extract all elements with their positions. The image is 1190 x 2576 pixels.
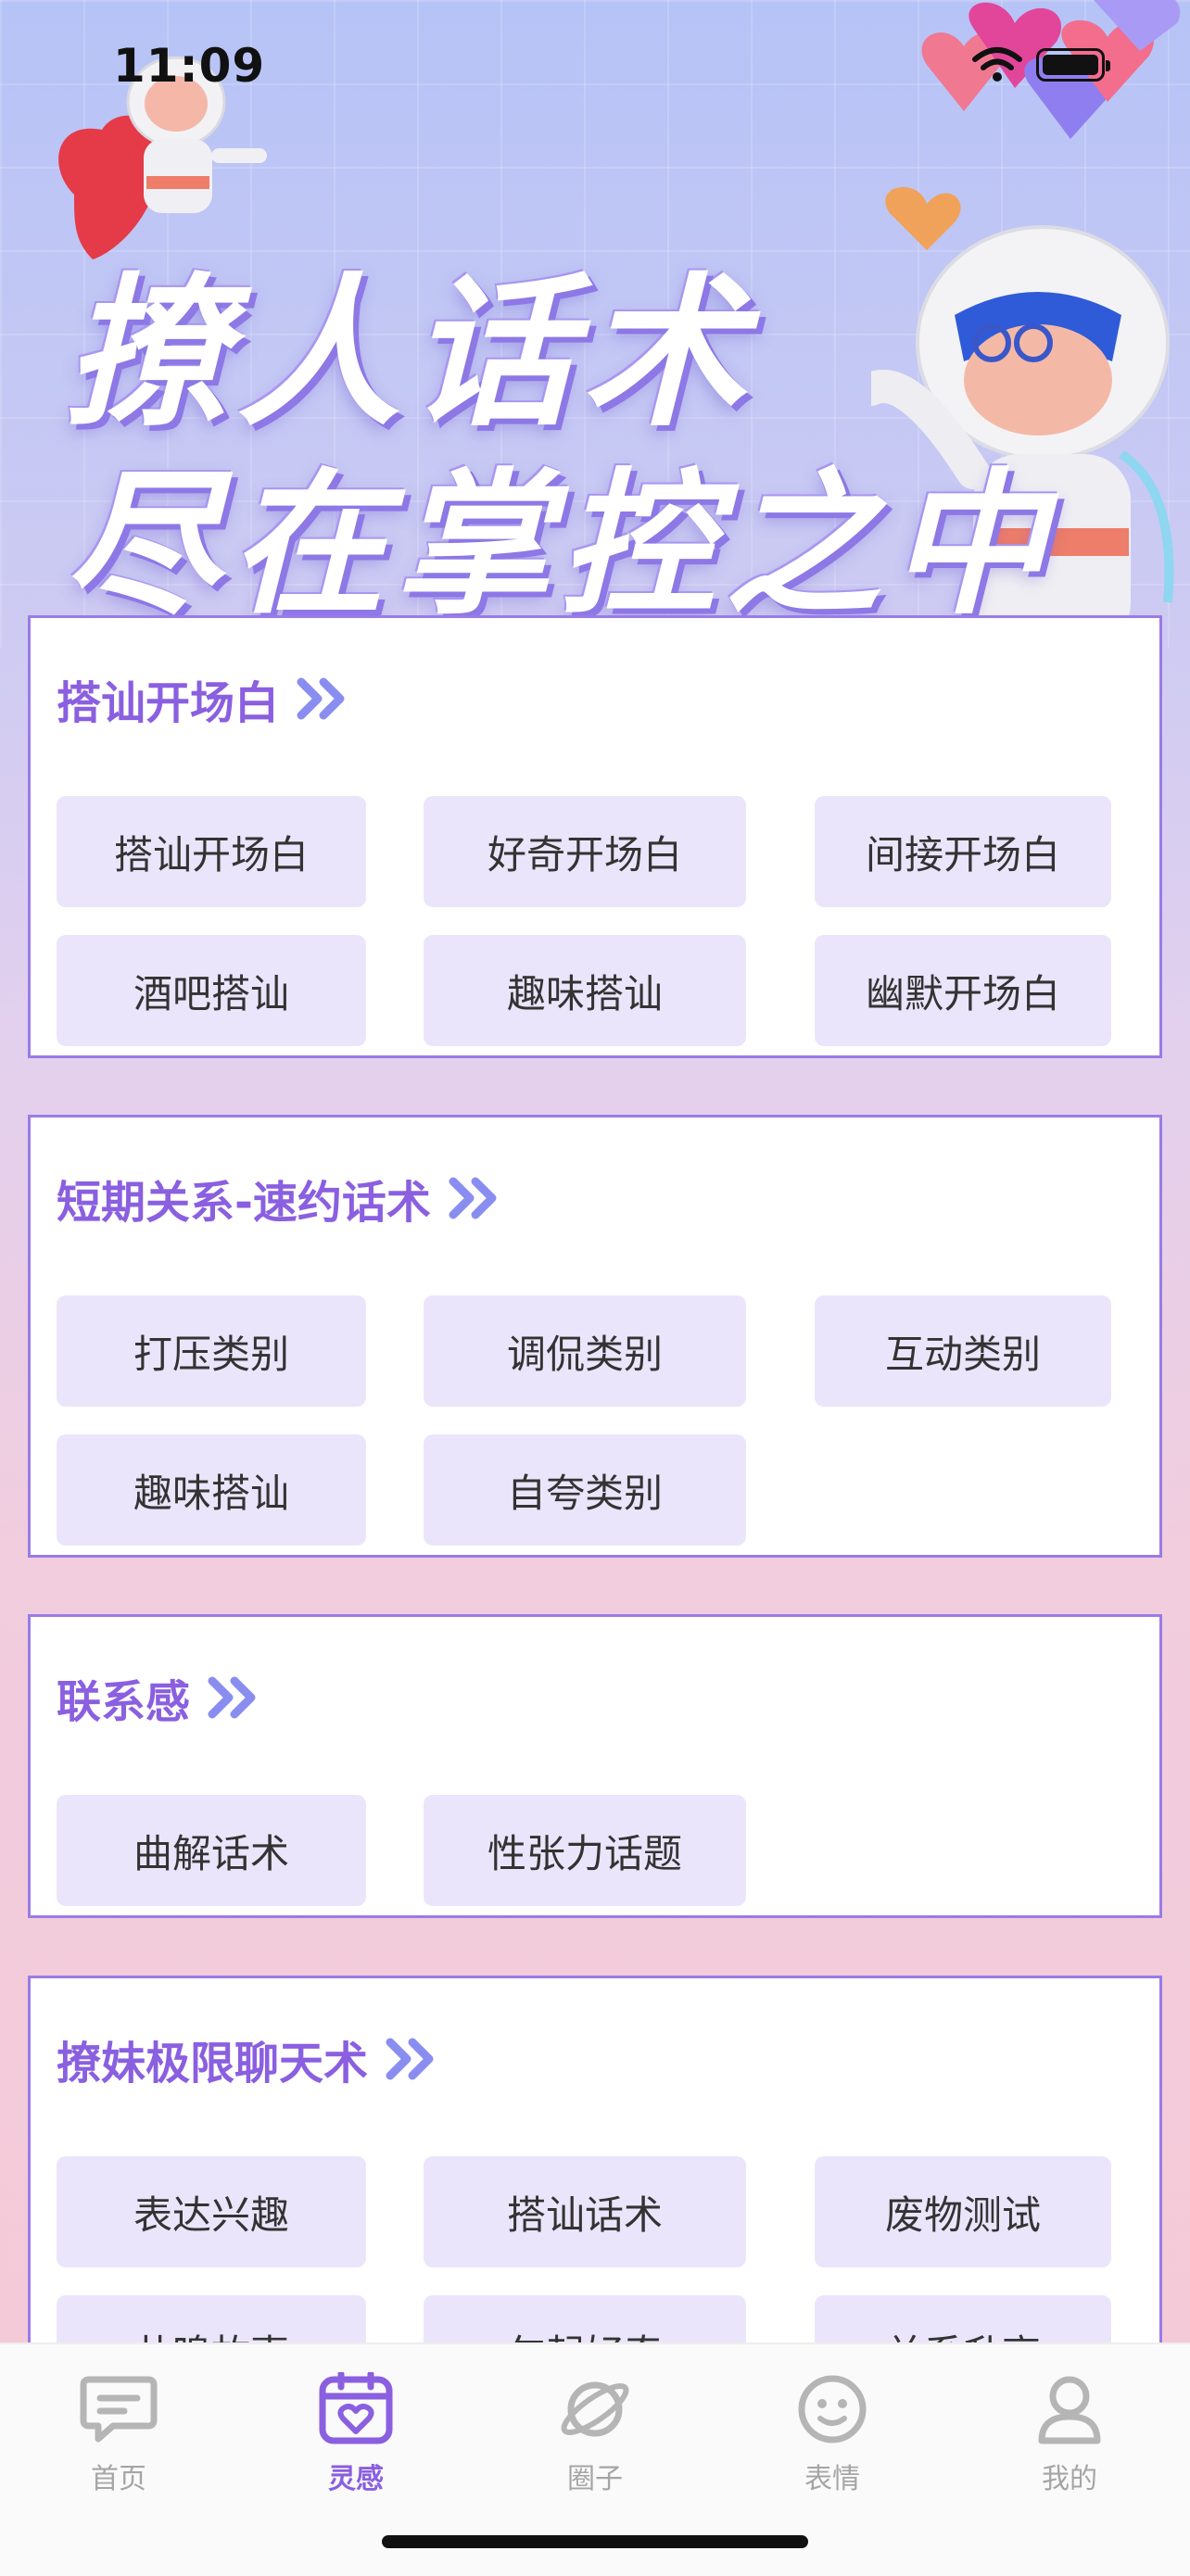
tab-inspiration[interactable]: 灵感	[282, 2370, 430, 2496]
double-chevron-icon	[386, 2038, 434, 2080]
category-chip[interactable]: 搭讪话术	[424, 2156, 746, 2267]
category-chip[interactable]: 性张力话题	[424, 1795, 746, 1906]
category-chip[interactable]: 表达兴趣	[57, 2156, 366, 2267]
category-chip[interactable]: 搭讪开场白	[57, 796, 366, 907]
section-title-text: 联系感	[57, 1676, 191, 1728]
tab-profile[interactable]: 我的	[995, 2372, 1144, 2496]
section-short-term-dating: 短期关系-速约话术 打压类别 调侃类别 互动类别 趣味搭讪 自夸类别	[28, 1115, 1162, 1558]
section-title[interactable]: 短期关系-速约话术	[57, 1166, 507, 1231]
smiley-icon	[798, 2375, 867, 2443]
tab-label: 我的	[1042, 2463, 1097, 2495]
home-indicator	[382, 2535, 808, 2548]
tab-label: 首页	[91, 2463, 146, 2495]
double-chevron-icon	[208, 1676, 256, 1719]
double-chevron-icon	[449, 1177, 497, 1219]
section-title-text: 撩妹极限聊天术	[57, 2038, 369, 2090]
section-pickup-openers: 搭讪开场白 搭讪开场白 好奇开场白 间接开场白 酒吧搭讪 趣味搭讪 幽默开场白	[28, 615, 1162, 1058]
planet-icon	[561, 2381, 629, 2437]
section-title-text: 搭讪开场白	[57, 677, 280, 729]
category-chip[interactable]: 打压类别	[57, 1295, 366, 1407]
tab-label: 表情	[804, 2463, 860, 2495]
chat-bubble-icon	[80, 2376, 158, 2443]
category-chip[interactable]: 趣味搭讪	[57, 1434, 366, 1546]
status-time: 11:09	[113, 39, 266, 93]
tab-emoji[interactable]: 表情	[758, 2372, 906, 2496]
double-chevron-icon	[297, 677, 345, 720]
section-title[interactable]: 撩妹极限聊天术	[57, 2027, 444, 2091]
category-chip[interactable]: 间接开场白	[815, 796, 1111, 907]
category-chip[interactable]: 好奇开场白	[424, 796, 746, 907]
category-chip[interactable]: 互动类别	[815, 1295, 1111, 1407]
calendar-heart-icon	[319, 2370, 393, 2444]
battery-icon	[1036, 48, 1110, 82]
section-connection: 联系感 曲解话术 性张力话题	[28, 1614, 1162, 1918]
tab-label: 灵感	[328, 2463, 384, 2495]
wifi-icon	[972, 47, 1022, 82]
category-chip[interactable]: 酒吧搭讪	[57, 935, 366, 1046]
category-chip[interactable]: 自夸类别	[424, 1434, 746, 1546]
category-chip[interactable]: 趣味搭讪	[424, 935, 746, 1046]
section-title[interactable]: 搭讪开场白	[57, 666, 355, 731]
tab-home[interactable]: 首页	[44, 2372, 193, 2496]
section-title-text: 短期关系-速约话术	[57, 1177, 431, 1229]
category-chip[interactable]: 废物测试	[815, 2156, 1111, 2267]
person-icon	[1038, 2376, 1101, 2444]
category-chip[interactable]: 调侃类别	[424, 1295, 746, 1407]
category-chip[interactable]: 幽默开场白	[815, 935, 1111, 1046]
status-bar: 11:09	[0, 0, 1190, 130]
tab-label: 圈子	[567, 2463, 623, 2495]
banner-title-line2: 尽在掌控之中	[65, 454, 1055, 636]
category-chip[interactable]: 曲解话术	[57, 1795, 366, 1906]
section-title[interactable]: 联系感	[57, 1665, 266, 1730]
tab-circle[interactable]: 圈子	[521, 2372, 669, 2496]
